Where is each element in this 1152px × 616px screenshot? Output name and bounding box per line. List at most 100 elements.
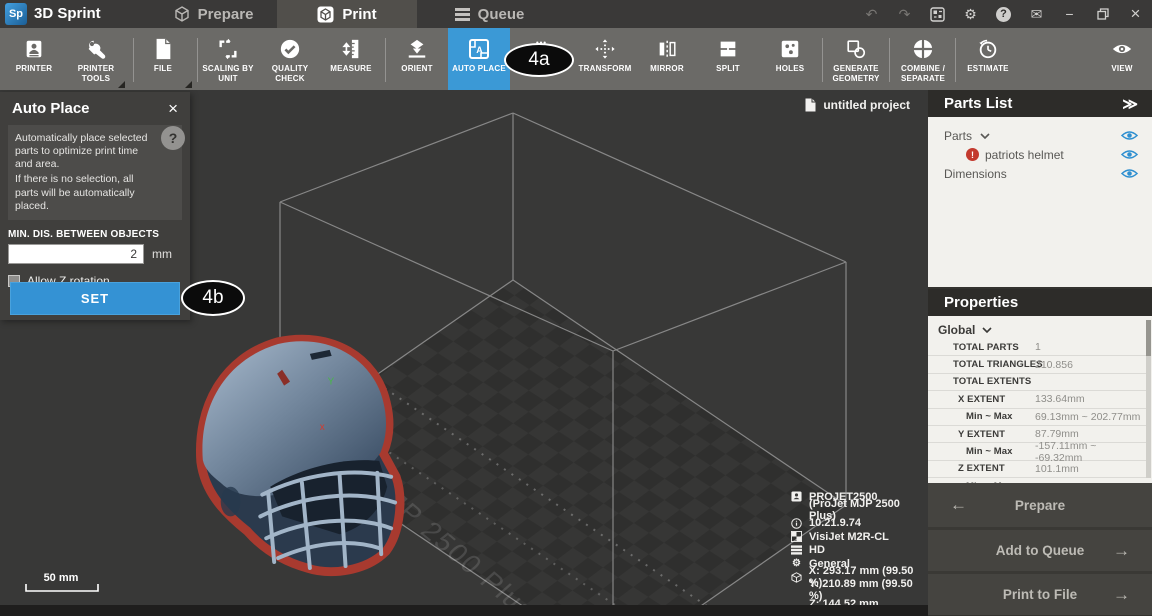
quality-check-button[interactable]: QUALITY CHECK xyxy=(259,28,321,90)
check-circle-icon xyxy=(259,36,321,62)
panel-help-icon[interactable]: ? xyxy=(161,126,185,150)
parts-list-body: Parts ! patriots helmet Dimensions xyxy=(928,117,1152,287)
set-button[interactable]: SET xyxy=(10,282,180,315)
main-toolbar: PRINTER PRINTER TOOLS FILE SCALING BY UN… xyxy=(0,28,1152,90)
orient-button[interactable]: ORIENT xyxy=(386,28,448,90)
tab-print[interactable]: Print xyxy=(277,0,417,28)
printer-info-block: PROJET2500 (ProJet MJP 2500 Plus) 10.21.… xyxy=(790,490,928,611)
queue-list-icon xyxy=(455,6,470,23)
combine-separate-icon xyxy=(890,36,956,62)
title-bar: Sp 3D Sprint Prepare Print Queue ↶ ↷ ⚙ xyxy=(0,0,1152,28)
viewport-bottom-strip xyxy=(0,605,928,616)
properties-body: Global TOTAL PARTS1 TOTAL TRIANGLES210.8… xyxy=(928,316,1152,483)
dimensions-row[interactable]: Dimensions xyxy=(928,164,1152,183)
arrow-right-icon: → xyxy=(1113,541,1130,561)
stopwatch-icon xyxy=(957,36,1019,62)
printer-button[interactable]: PRINTER xyxy=(3,28,65,90)
auto-place-description: Automatically place selected parts to op… xyxy=(8,125,182,220)
auto-place-panel: Auto Place × Automatically place selecte… xyxy=(0,92,190,320)
panel-close-icon[interactable]: × xyxy=(168,102,178,116)
eye-icon xyxy=(1091,36,1152,62)
redo-icon[interactable]: ↷ xyxy=(888,0,921,28)
generate-geometry-button[interactable]: GENERATE GEOMETRY xyxy=(823,28,889,90)
print-cube-icon xyxy=(317,6,334,23)
printer-badge-icon xyxy=(790,491,803,502)
chevron-down-icon[interactable] xyxy=(982,327,992,333)
material-icon xyxy=(790,531,803,542)
action-buttons: ← Prepare Add to Queue → Print to File → xyxy=(928,483,1152,616)
property-row: X EXTENT133.64mm xyxy=(928,391,1146,408)
property-row: Min ~ Max69.13mm ~ 202.77mm xyxy=(928,409,1146,426)
scaling-by-unit-button[interactable]: SCALING BY UNIT xyxy=(197,28,259,90)
chevron-down-icon[interactable] xyxy=(980,133,990,139)
property-row: TOTAL PARTS1 xyxy=(928,339,1146,356)
visibility-eye-icon[interactable] xyxy=(1121,168,1138,179)
global-scope-row[interactable]: Global xyxy=(928,321,1152,339)
minimize-icon[interactable]: − xyxy=(1053,0,1086,28)
callout-step-4b: 4b xyxy=(181,280,245,316)
properties-scrollbar[interactable] xyxy=(1146,320,1151,478)
undo-icon[interactable]: ↶ xyxy=(855,0,888,28)
help-icon[interactable]: ? xyxy=(987,0,1020,28)
wrench-icon xyxy=(65,36,127,62)
arrow-left-icon: ← xyxy=(950,495,967,515)
add-to-queue-button[interactable]: Add to Queue → xyxy=(928,527,1152,571)
property-row: Z EXTENT101.1mm xyxy=(928,461,1146,478)
prepare-cube-icon xyxy=(174,6,190,22)
property-row: TOTAL EXTENTS xyxy=(928,374,1146,391)
auto-place-icon: A xyxy=(448,36,510,62)
visibility-eye-icon[interactable] xyxy=(1121,149,1138,160)
properties-header: Properties xyxy=(928,289,1152,316)
part-patriots-helmet[interactable]: Y x xyxy=(183,328,405,578)
estimate-button[interactable]: ESTIMATE xyxy=(957,28,1019,90)
scrollbar-thumb[interactable] xyxy=(1146,320,1151,356)
warning-icon: ! xyxy=(966,148,979,161)
tab-prepare[interactable]: Prepare xyxy=(150,0,277,28)
project-name-label: untitled project xyxy=(805,98,910,112)
mail-icon[interactable]: ✉ xyxy=(1020,0,1053,28)
parts-list-header: Parts List ≫ xyxy=(928,90,1152,117)
min-distance-unit: mm xyxy=(152,247,172,261)
part-row-patriots-helmet[interactable]: ! patriots helmet xyxy=(928,145,1152,164)
close-icon[interactable]: × xyxy=(1119,0,1152,28)
toolbar-divider xyxy=(955,38,956,82)
file-button[interactable]: FILE xyxy=(132,28,194,90)
combine-separate-button[interactable]: COMBINE / SEPARATE xyxy=(890,28,956,90)
tab-queue[interactable]: Queue xyxy=(417,0,562,28)
transform-button[interactable]: TRANSFORM xyxy=(574,28,636,90)
visibility-eye-icon[interactable] xyxy=(1121,130,1138,141)
extents-cube-icon xyxy=(790,572,803,583)
property-row: Min ~ Max-157.11mm ~ -69.32mm xyxy=(928,443,1146,460)
layout-icon[interactable] xyxy=(921,0,954,28)
scale-bar: 50 mm xyxy=(25,572,105,592)
tab-queue-label: Queue xyxy=(478,6,525,23)
min-distance-input[interactable] xyxy=(8,244,144,264)
printer-icon xyxy=(3,36,65,62)
split-button[interactable]: SPLIT xyxy=(697,28,759,90)
orient-icon xyxy=(386,36,448,62)
measure-button[interactable]: MEASURE xyxy=(320,28,382,90)
3d-sprint-window: Sp 3D Sprint Prepare Print Queue ↶ ↷ ⚙ xyxy=(0,0,1152,616)
scale-bracket xyxy=(25,584,99,592)
settings-gear-icon[interactable]: ⚙ xyxy=(954,0,987,28)
print-to-file-button[interactable]: Print to File → xyxy=(928,571,1152,615)
axis-x-marker: x xyxy=(320,422,325,433)
svg-text:A: A xyxy=(476,45,483,55)
prepare-button[interactable]: ← Prepare xyxy=(928,483,1152,527)
file-icon xyxy=(132,36,194,62)
holes-button[interactable]: HOLES xyxy=(759,28,821,90)
auto-place-button[interactable]: A AUTO PLACE xyxy=(448,28,510,90)
printer-tools-button[interactable]: PRINTER TOOLS xyxy=(65,28,127,90)
tab-print-label: Print xyxy=(342,6,376,23)
window-controls: ↶ ↷ ⚙ ? ✉ − × xyxy=(855,0,1152,28)
collapse-panel-icon[interactable]: ≫ xyxy=(1122,95,1138,113)
view-button[interactable]: VIEW xyxy=(1091,28,1152,90)
mirror-button[interactable]: MIRROR xyxy=(636,28,698,90)
auto-place-panel-title: Auto Place xyxy=(12,100,90,117)
callout-step-4a: 4a xyxy=(504,43,574,77)
restore-icon[interactable] xyxy=(1086,0,1119,28)
app-title: 3D Sprint xyxy=(34,5,101,22)
holes-icon xyxy=(759,36,821,62)
generate-geometry-icon xyxy=(823,36,889,62)
parts-group-row[interactable]: Parts xyxy=(928,126,1152,145)
